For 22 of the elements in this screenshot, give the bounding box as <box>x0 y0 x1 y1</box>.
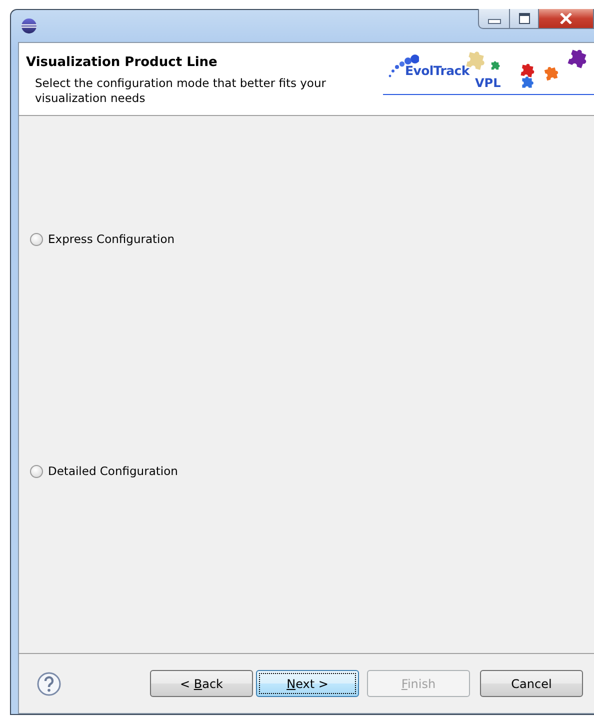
app-icon <box>21 18 37 34</box>
radio-button[interactable] <box>30 232 43 246</box>
maximize-button[interactable] <box>510 9 539 29</box>
puzzle-icon <box>520 64 534 78</box>
radio-button[interactable] <box>30 464 43 478</box>
puzzle-icon <box>491 61 500 70</box>
logo-text: EvolTrack <box>405 63 470 78</box>
puzzle-icon <box>568 50 586 68</box>
radio-label[interactable]: Detailed Configuration <box>48 464 178 478</box>
help-icon[interactable] <box>37 672 61 696</box>
close-icon <box>560 13 572 24</box>
puzzle-icon <box>544 66 558 81</box>
page-description: Select the configuration mode that better fits your visualization needs <box>35 76 327 106</box>
cancel-button[interactable]: Cancel <box>480 670 583 697</box>
puzzle-icon <box>522 76 534 88</box>
minimize-button[interactable] <box>478 9 510 29</box>
page-title: Visualization Product Line <box>26 55 218 70</box>
logo-subtitle: VPL <box>475 76 501 90</box>
close-button[interactable] <box>539 9 594 29</box>
radio-label[interactable]: Express Configuration <box>48 232 175 246</box>
back-button[interactable]: < Back <box>150 670 253 697</box>
next-button[interactable]: Next > <box>256 670 359 697</box>
